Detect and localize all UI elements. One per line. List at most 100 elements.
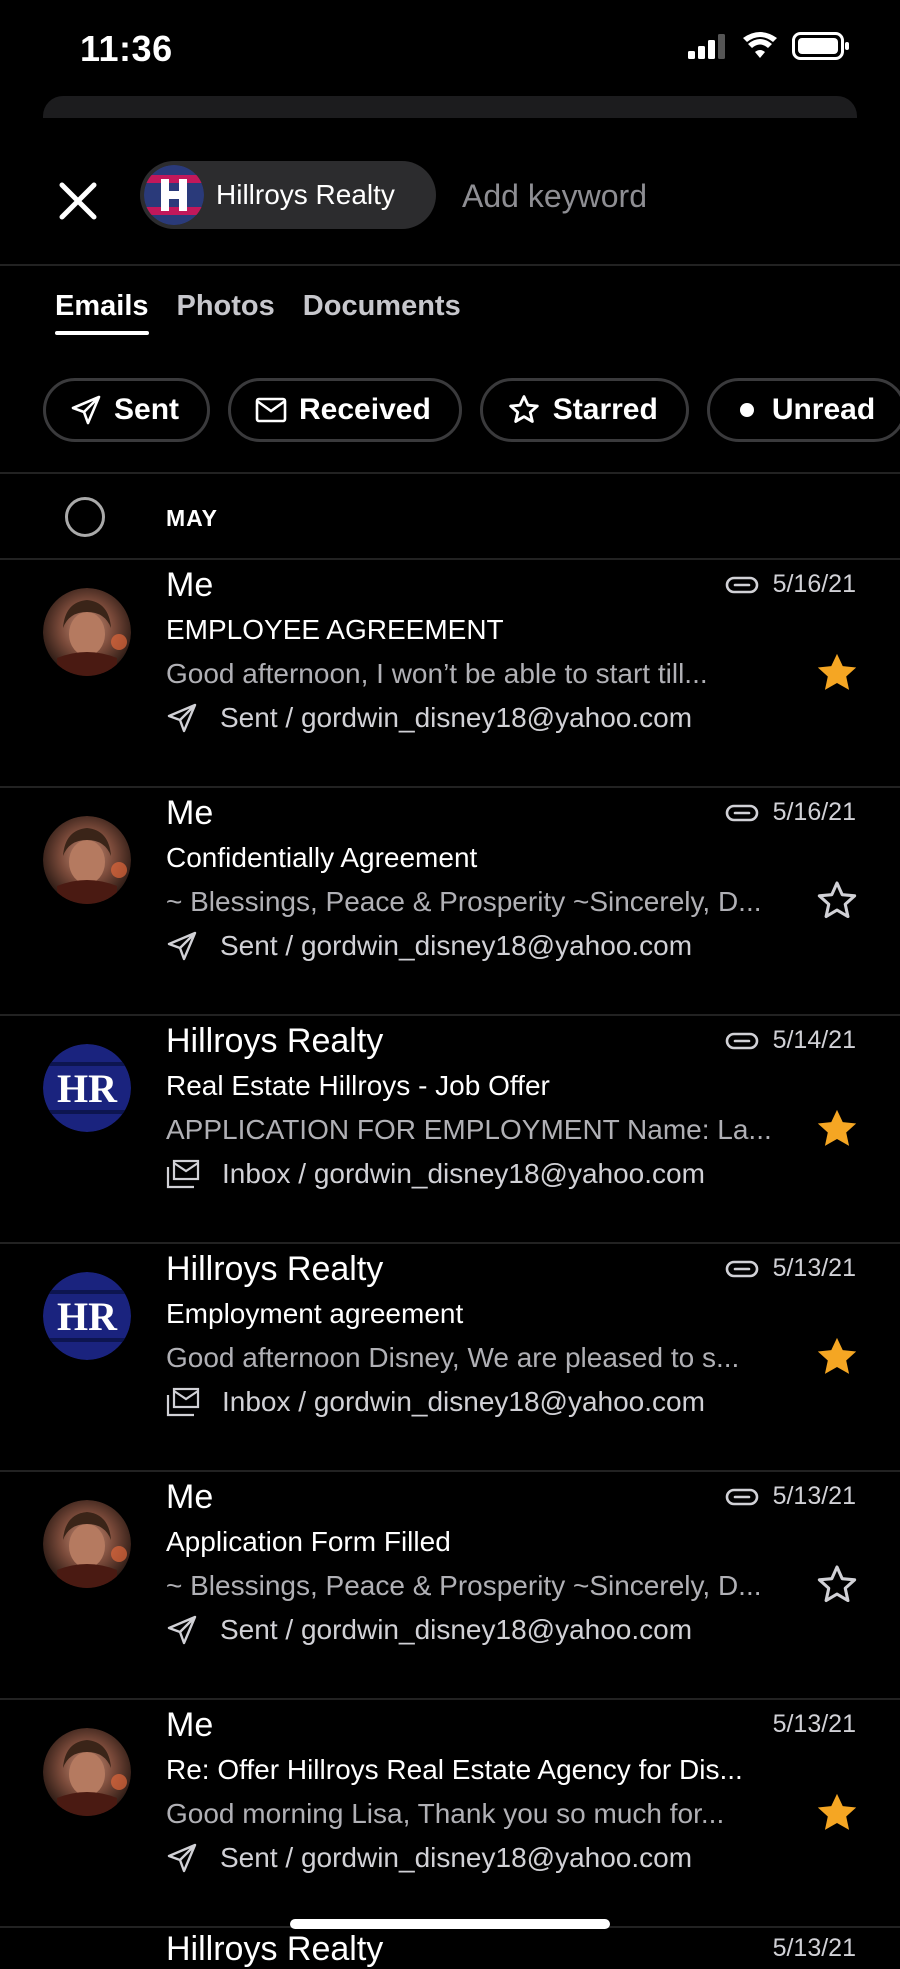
email-subject: EMPLOYEE AGREEMENT — [166, 614, 504, 645]
select-all-checkbox[interactable] — [65, 497, 105, 537]
star-filled-icon — [817, 1337, 857, 1374]
section-label: MAY — [166, 505, 218, 531]
partial-row-sender: Hillroys Realty — [166, 1930, 384, 1968]
send-icon — [167, 1615, 197, 1645]
battery-icon — [792, 32, 849, 60]
star-outline-icon — [509, 395, 539, 423]
email-preview: APPLICATION FOR EMPLOYMENT Name: La... — [166, 1114, 772, 1145]
star-toggle[interactable] — [814, 1106, 860, 1152]
email-subject: Real Estate Hillroys - Job Offer — [166, 1070, 550, 1101]
avatar: HR — [43, 1044, 131, 1132]
filter-unread[interactable]: Unread — [706, 378, 900, 442]
email-preview: Good afternoon Disney, We are pleased to… — [166, 1342, 740, 1373]
email-date: 5/13/21 — [772, 1710, 856, 1738]
signal-icon — [688, 34, 725, 59]
email-sender: Me — [166, 794, 214, 832]
filter-sent[interactable]: Sent — [43, 378, 211, 442]
email-row[interactable]: Me 5/16/21 Confidentially Agreement ~ Bless… — [0, 788, 900, 1016]
envelope-icon — [255, 397, 287, 423]
keyword-input[interactable] — [460, 169, 864, 223]
send-icon — [71, 395, 101, 425]
email-row[interactable]: HR Hillroys Realty 5/14/21 Real Estate Hill… — [0, 1016, 900, 1244]
date-wrap: 5/13/21 — [725, 1254, 856, 1283]
star-filled-icon — [817, 1793, 857, 1830]
star-toggle[interactable] — [814, 1562, 860, 1608]
tab-documents[interactable]: Documents — [303, 290, 461, 335]
avatar — [43, 588, 131, 676]
inbox-icon — [166, 1159, 200, 1189]
email-sender: Me — [166, 566, 214, 604]
avatar — [43, 1500, 131, 1588]
email-date: 5/16/21 — [772, 570, 856, 598]
email-sender: Hillroys Realty — [166, 1250, 384, 1288]
email-folder: Sent / gordwin_disney18@yahoo.com — [166, 1614, 692, 1646]
attachment-icon — [725, 804, 758, 821]
star-filled-icon — [817, 1109, 857, 1146]
result-tabs: Emails Photos Documents — [55, 290, 461, 335]
star-filled-icon — [817, 653, 857, 690]
partial-row-date: 5/13/21 — [772, 1934, 856, 1962]
email-preview: ~ Blessings, Peace & Prosperity ~Sincere… — [166, 1570, 762, 1601]
send-icon — [167, 931, 197, 961]
date-wrap: 5/13/21 — [725, 1482, 856, 1511]
filter-received[interactable]: Received — [228, 378, 462, 442]
svg-text:HR: HR — [57, 1066, 118, 1111]
email-folder-text: Inbox / gordwin_disney18@yahoo.com — [222, 1158, 705, 1189]
contact-chip-label: Hillroys Realty — [216, 179, 395, 210]
star-outline-icon — [817, 1565, 857, 1603]
email-folder-text: Sent / gordwin_disney18@yahoo.com — [220, 702, 693, 733]
filter-starred[interactable]: Starred — [479, 378, 689, 442]
star-outline-icon — [817, 881, 857, 919]
email-folder: Sent / gordwin_disney18@yahoo.com — [166, 1842, 692, 1874]
email-list: Me 5/16/21 EMPLOYEE AGREEMENT Good afternoo… — [0, 560, 900, 1928]
email-folder: Inbox / gordwin_disney18@yahoo.com — [166, 1386, 705, 1418]
avatar: HR — [43, 1272, 131, 1360]
email-row[interactable]: Me 5/16/21 EMPLOYEE AGREEMENT Good afternoo… — [0, 560, 900, 788]
avatar — [43, 816, 131, 904]
contact-avatar — [144, 165, 204, 225]
attachment-icon — [725, 576, 758, 593]
tab-emails[interactable]: Emails — [55, 290, 149, 335]
email-date: 5/13/21 — [772, 1482, 856, 1510]
email-sender: Hillroys Realty — [166, 1022, 384, 1060]
month-section-header: MAY — [0, 475, 900, 559]
inbox-icon — [166, 1387, 200, 1417]
email-sender: Me — [166, 1478, 214, 1516]
tab-photos[interactable]: Photos — [177, 290, 275, 335]
avatar — [43, 1728, 131, 1816]
star-toggle[interactable] — [814, 1790, 860, 1836]
email-subject: Confidentially Agreement — [166, 842, 478, 873]
star-toggle[interactable] — [814, 650, 860, 696]
email-folder: Sent / gordwin_disney18@yahoo.com — [166, 930, 692, 962]
close-button[interactable] — [52, 175, 104, 227]
home-indicator — [290, 1919, 610, 1929]
close-icon — [59, 182, 97, 220]
filter-pills: Sent Received Starred Unread — [43, 378, 900, 442]
date-wrap: 5/16/21 — [725, 570, 856, 599]
dot-icon — [739, 403, 754, 417]
date-wrap: 5/14/21 — [725, 1026, 856, 1055]
date-wrap: 5/16/21 — [725, 798, 856, 827]
email-row[interactable]: Me 5/13/21 Application Form Filled ~ Blessi… — [0, 1472, 900, 1700]
attachment-icon — [725, 1260, 758, 1277]
search-header: Hillroys Realty — [0, 145, 900, 265]
send-icon — [167, 1843, 197, 1873]
email-folder-text: Sent / gordwin_disney18@yahoo.com — [220, 930, 693, 961]
email-preview: Good afternoon, I won’t be able to start… — [166, 658, 708, 689]
star-toggle[interactable] — [814, 1334, 860, 1380]
email-row[interactable]: Me 5/13/21 Re: Offer Hillroys Real Estate … — [0, 1700, 900, 1928]
send-icon — [167, 703, 197, 733]
status-icons — [688, 32, 850, 60]
star-toggle[interactable] — [814, 878, 860, 924]
contact-filter-chip[interactable]: Hillroys Realty — [140, 161, 436, 229]
wifi-icon — [743, 32, 777, 58]
date-wrap: 5/13/21 — [773, 1710, 856, 1739]
svg-text:HR: HR — [57, 1294, 118, 1339]
attachment-icon — [725, 1488, 758, 1505]
email-folder: Inbox / gordwin_disney18@yahoo.com — [166, 1158, 705, 1190]
email-preview: ~ Blessings, Peace & Prosperity ~Sincere… — [166, 886, 762, 917]
email-preview: Good morning Lisa, Thank you so much for… — [166, 1798, 725, 1829]
divider — [0, 472, 900, 474]
email-row[interactable]: HR Hillroys Realty 5/13/21 Employment agree… — [0, 1244, 900, 1472]
email-date: 5/16/21 — [772, 798, 856, 826]
